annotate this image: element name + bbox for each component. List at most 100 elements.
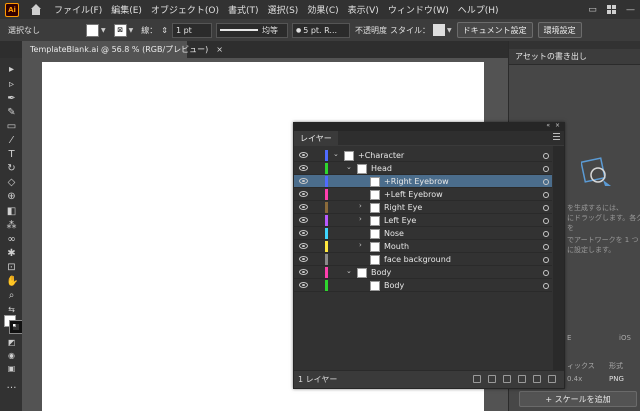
target-circle-icon[interactable] — [543, 179, 549, 185]
document-setup-button[interactable]: ドキュメント設定 — [456, 22, 533, 38]
brush-tool-icon[interactable]: ⁄ — [6, 135, 17, 146]
visibility-eye-icon[interactable] — [299, 256, 308, 262]
target-circle-icon[interactable] — [543, 166, 549, 172]
layers-scrollbar[interactable] — [553, 146, 564, 371]
symbol-sprayer-tool-icon[interactable]: ✱ — [6, 248, 17, 259]
type-tool-icon[interactable]: T — [6, 149, 17, 160]
hand-tool-icon[interactable]: ✋ — [6, 276, 18, 287]
stroke-swatch[interactable]: ⊠ — [113, 23, 127, 37]
visibility-eye-icon[interactable] — [299, 217, 308, 223]
target-circle-icon[interactable] — [543, 218, 549, 224]
ios-label[interactable]: iOS — [619, 334, 631, 342]
visibility-eye-icon[interactable] — [299, 165, 308, 171]
visibility-eye-icon[interactable] — [299, 282, 308, 288]
chevron-down-icon[interactable]: ▼ — [101, 27, 106, 34]
layer-row[interactable]: Nose — [294, 227, 552, 240]
arrange-icon[interactable]: ▭ — [583, 0, 602, 19]
menu-effect[interactable]: 効果(C) — [307, 3, 338, 16]
tab-layers[interactable]: レイヤー — [294, 131, 338, 145]
target-circle-icon[interactable] — [543, 270, 549, 276]
rectangle-tool-icon[interactable]: ▭ — [6, 121, 17, 132]
selection-tool-icon[interactable]: ▸ — [6, 64, 17, 75]
direct-selection-tool-icon[interactable]: ▹ — [6, 79, 17, 90]
layer-row[interactable]: ⌄ Head — [294, 162, 552, 175]
home-icon[interactable] — [30, 3, 42, 16]
panel-menu-icon[interactable] — [553, 133, 560, 142]
target-circle-icon[interactable] — [543, 231, 549, 237]
collect-export-icon[interactable] — [473, 375, 481, 383]
fill-swatch[interactable] — [86, 23, 99, 37]
style-swatch[interactable] — [432, 24, 445, 36]
layer-row[interactable]: face background — [294, 253, 552, 266]
rotate-tool-icon[interactable]: ↻ — [6, 163, 17, 174]
brush-dropdown[interactable]: ● 5 pt. R... — [291, 22, 350, 38]
visibility-eye-icon[interactable] — [299, 178, 308, 184]
chevron-down-icon[interactable]: ⌄ — [346, 267, 352, 275]
clipping-mask-icon[interactable] — [503, 375, 511, 383]
pen-tool-icon[interactable]: ✒ — [6, 93, 17, 104]
stroke-stepper-icon[interactable]: ⇕ — [161, 26, 168, 35]
artboard-tool-icon[interactable]: ⊡ — [6, 262, 17, 273]
menu-view[interactable]: 表示(V) — [348, 3, 379, 16]
chevron-right-icon[interactable]: › — [359, 215, 362, 223]
curvature-tool-icon[interactable]: ✎ — [6, 107, 17, 118]
target-circle-icon[interactable] — [543, 153, 549, 159]
layer-row[interactable]: › Mouth — [294, 240, 552, 253]
visibility-eye-icon[interactable] — [299, 230, 308, 236]
layer-row[interactable]: ⌄ Body — [294, 266, 552, 279]
menu-object[interactable]: オブジェクト(O) — [151, 3, 219, 16]
eyedropper-tool-icon[interactable]: ⁂ — [6, 220, 17, 231]
eraser-tool-icon[interactable]: ◇ — [6, 177, 17, 188]
new-sublayer-icon[interactable] — [518, 375, 526, 383]
swap-fill-stroke-icon[interactable]: ⇆ — [6, 304, 17, 315]
color-mode-icon[interactable]: ◩ — [6, 337, 17, 348]
new-layer-icon[interactable] — [533, 375, 541, 383]
target-circle-icon[interactable] — [543, 283, 549, 289]
menu-edit[interactable]: 編集(E) — [111, 3, 142, 16]
layer-row[interactable]: +Right Eyebrow — [294, 175, 561, 188]
target-circle-icon[interactable] — [543, 205, 549, 211]
minimize-icon[interactable]: — — [621, 0, 640, 19]
stroke-weight-field[interactable]: 1 pt — [171, 22, 212, 38]
chevron-right-icon[interactable]: › — [359, 241, 362, 249]
layer-row[interactable]: ⌄ +Character — [294, 149, 552, 162]
close-icon[interactable]: × — [216, 45, 223, 54]
stroke-profile-dropdown[interactable]: 均等 — [215, 22, 288, 38]
menu-select[interactable]: 選択(S) — [268, 3, 299, 16]
chevron-down-icon[interactable]: ▼ — [129, 27, 134, 34]
collapse-icon[interactable]: « — [546, 122, 550, 129]
chevron-down-icon[interactable]: ⌄ — [333, 150, 339, 158]
format-value[interactable]: PNG — [609, 375, 624, 383]
target-circle-icon[interactable] — [543, 257, 549, 263]
scale-value[interactable]: 0.4x — [567, 375, 582, 383]
delete-layer-icon[interactable] — [548, 375, 556, 383]
layer-row[interactable]: › Right Eye — [294, 201, 552, 214]
chevron-right-icon[interactable]: › — [359, 202, 362, 210]
menu-window[interactable]: ウィンドウ(W) — [388, 3, 449, 16]
more-tools-icon[interactable]: … — [6, 380, 17, 391]
close-icon[interactable]: × — [555, 122, 560, 129]
layers-panel-titlebar[interactable]: « × — [294, 122, 564, 131]
blend-tool-icon[interactable]: ∞ — [6, 234, 17, 245]
shape-builder-tool-icon[interactable]: ⊕ — [6, 191, 17, 202]
zoom-tool-icon[interactable]: ⌕ — [6, 290, 17, 301]
gradient-tool-icon[interactable]: ◧ — [6, 206, 17, 217]
stroke-color-box[interactable] — [9, 320, 23, 334]
add-scale-button[interactable]: + スケールを追加 — [519, 391, 637, 407]
chevron-down-icon[interactable]: ⌄ — [346, 163, 352, 171]
preferences-button[interactable]: 環境設定 — [537, 22, 582, 38]
opacity-label[interactable]: 不透明度 — [355, 25, 387, 36]
visibility-eye-icon[interactable] — [299, 204, 308, 210]
layer-row[interactable]: Body — [294, 279, 552, 292]
visibility-eye-icon[interactable] — [299, 269, 308, 275]
document-tab[interactable]: TemplateBlank.ai @ 56.8 % (RGB/プレビュー) × — [22, 41, 223, 58]
draw-mode-icon[interactable]: ◉ — [6, 350, 17, 361]
menu-help[interactable]: ヘルプ(H) — [458, 3, 499, 16]
screen-mode-icon[interactable]: ▣ — [6, 363, 17, 374]
workspace-grid-icon[interactable] — [602, 0, 621, 19]
target-circle-icon[interactable] — [543, 192, 549, 198]
visibility-eye-icon[interactable] — [299, 243, 308, 249]
chevron-down-icon[interactable]: ▼ — [447, 27, 452, 34]
locate-object-icon[interactable] — [488, 375, 496, 383]
visibility-eye-icon[interactable] — [299, 191, 308, 197]
